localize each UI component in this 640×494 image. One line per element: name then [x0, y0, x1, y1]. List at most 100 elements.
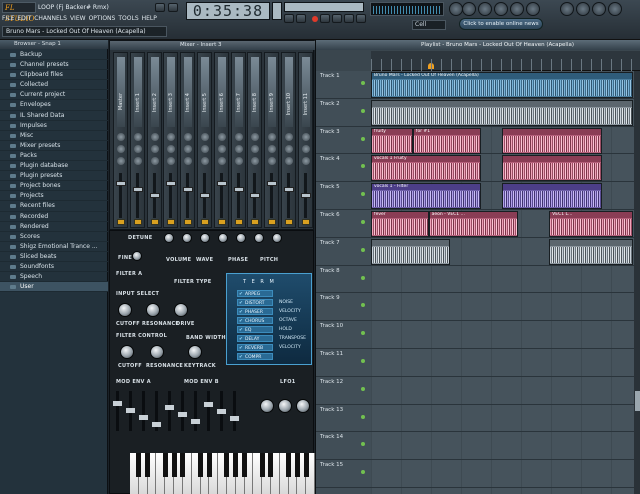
- pan-knob[interactable]: [184, 157, 193, 165]
- pan-knob[interactable]: [150, 133, 159, 141]
- tempo-display[interactable]: [272, 2, 282, 20]
- mixer-strip[interactable]: Insert 10: [281, 52, 296, 228]
- browser-item[interactable]: Soundfonts: [0, 262, 108, 273]
- envelope-slider[interactable]: [152, 391, 161, 431]
- fader-cap[interactable]: [216, 181, 227, 186]
- route-led[interactable]: [201, 219, 209, 225]
- lfo-phase-knob[interactable]: [296, 399, 310, 413]
- route-led[interactable]: [217, 219, 226, 225]
- track-label[interactable]: Track 4: [316, 154, 371, 183]
- pan-knob[interactable]: [167, 157, 176, 165]
- record-led[interactable]: [312, 16, 318, 22]
- fader-cap[interactable]: [200, 193, 210, 198]
- slider-cap[interactable]: [113, 401, 122, 406]
- pan-knob[interactable]: [117, 133, 125, 141]
- envelope-slider[interactable]: [165, 391, 174, 431]
- pan-knob[interactable]: [184, 133, 193, 141]
- lfo-depth-knob[interactable]: [278, 399, 292, 413]
- slider-cap[interactable]: [165, 405, 174, 410]
- track-label[interactable]: Track 8: [316, 266, 371, 294]
- route-led[interactable]: [184, 219, 193, 225]
- track-row[interactable]: [371, 405, 640, 433]
- detune-knob[interactable]: [164, 233, 174, 243]
- browser-item[interactable]: Envelopes: [0, 100, 108, 111]
- pan-knob[interactable]: [234, 145, 243, 153]
- black-key[interactable]: [206, 453, 212, 477]
- pan-knob[interactable]: [254, 233, 264, 243]
- envelope-slider[interactable]: [217, 391, 226, 431]
- volume-fader[interactable]: [186, 173, 190, 218]
- pan-knob[interactable]: [301, 157, 310, 165]
- route-led[interactable]: [117, 219, 125, 225]
- menu-edit[interactable]: EDIT: [17, 14, 31, 24]
- play-button[interactable]: [320, 14, 330, 23]
- fader-cap[interactable]: [250, 193, 261, 198]
- track-row[interactable]: [371, 432, 640, 461]
- cpu-knob[interactable]: [449, 2, 463, 16]
- song-time-display[interactable]: 0:35:38: [186, 2, 270, 20]
- track-label[interactable]: Track 1: [316, 71, 371, 99]
- route-led[interactable]: [150, 219, 159, 225]
- pan-knob[interactable]: [217, 133, 226, 141]
- track-mute-led[interactable]: [361, 414, 365, 419]
- black-key[interactable]: [145, 453, 151, 477]
- pan-knob[interactable]: [167, 145, 176, 153]
- pan-knob[interactable]: [301, 133, 310, 141]
- volume-fader[interactable]: [270, 173, 274, 218]
- black-key[interactable]: [294, 453, 300, 477]
- menu-file[interactable]: FILE: [2, 14, 14, 24]
- pan-knob[interactable]: [217, 157, 226, 165]
- track-label[interactable]: Track 11: [316, 349, 371, 377]
- route-led[interactable]: [251, 219, 260, 225]
- effect-toggle[interactable]: EQ: [237, 326, 273, 334]
- track-label[interactable]: Track 5: [316, 182, 371, 210]
- track-row[interactable]: [371, 321, 640, 349]
- project-title-bar[interactable]: Bruno Mars - Locked Out Of Heaven (Acape…: [2, 26, 167, 37]
- menu-options[interactable]: OPTIONS: [89, 14, 116, 24]
- pan-knob[interactable]: [268, 133, 277, 141]
- timeline-ruler[interactable]: [371, 51, 640, 71]
- browser-item[interactable]: Project bones: [0, 181, 108, 192]
- fader-cap[interactable]: [149, 193, 160, 198]
- slider-cap[interactable]: [126, 408, 135, 413]
- mixer-strip[interactable]: Insert 2: [146, 52, 162, 228]
- pan-knob[interactable]: [234, 157, 243, 165]
- pan-knob[interactable]: [117, 145, 125, 153]
- browser-item[interactable]: Plugin presets: [0, 171, 108, 182]
- effect-toggle[interactable]: REVERB: [237, 344, 273, 352]
- track-mute-led[interactable]: [361, 247, 365, 252]
- audio-clip[interactable]: [502, 127, 602, 154]
- audio-clip[interactable]: fever: [371, 211, 429, 237]
- resonance-knob-a[interactable]: [146, 303, 160, 317]
- black-key[interactable]: [233, 453, 239, 477]
- browser-item[interactable]: Recorded: [0, 212, 108, 222]
- track-label[interactable]: Track 12: [316, 377, 371, 405]
- browser-item[interactable]: Recent files: [0, 201, 108, 212]
- browser-item[interactable]: Scores: [0, 232, 108, 242]
- pan-knob[interactable]: [251, 133, 260, 141]
- cutoff-knob-a[interactable]: [118, 303, 132, 317]
- browser-item[interactable]: Channel presets: [0, 60, 108, 71]
- envelope-slider[interactable]: [230, 391, 239, 431]
- track-mute-led[interactable]: [361, 108, 365, 113]
- audio-clip[interactable]: fruity: [371, 127, 413, 154]
- effect-toggle[interactable]: ARPEG: [237, 290, 273, 298]
- fader-cap[interactable]: [132, 187, 143, 192]
- track-mute-led[interactable]: [361, 220, 365, 224]
- browser-item[interactable]: Shigz Emotional Trance ...: [0, 242, 108, 252]
- slider-cap[interactable]: [230, 416, 239, 421]
- track-mute-led[interactable]: [361, 303, 365, 308]
- playlist-scrollbar[interactable]: [634, 71, 640, 494]
- mixer-strip[interactable]: Insert 3: [163, 52, 179, 228]
- online-news-button[interactable]: Click to enable online news: [459, 18, 543, 30]
- audio-clip[interactable]: [549, 238, 633, 265]
- view-mixer-button[interactable]: [510, 2, 524, 16]
- track-row[interactable]: [371, 349, 640, 377]
- octave-knob[interactable]: [218, 233, 228, 243]
- audio-clip[interactable]: VEC1 L...: [549, 211, 633, 237]
- track-mute-led[interactable]: [361, 192, 365, 197]
- menu-tools[interactable]: TOOLS: [118, 14, 138, 24]
- track-mute-led[interactable]: [361, 442, 365, 447]
- effect-toggle[interactable]: PHASER: [237, 308, 273, 316]
- audio-clip[interactable]: [371, 99, 633, 126]
